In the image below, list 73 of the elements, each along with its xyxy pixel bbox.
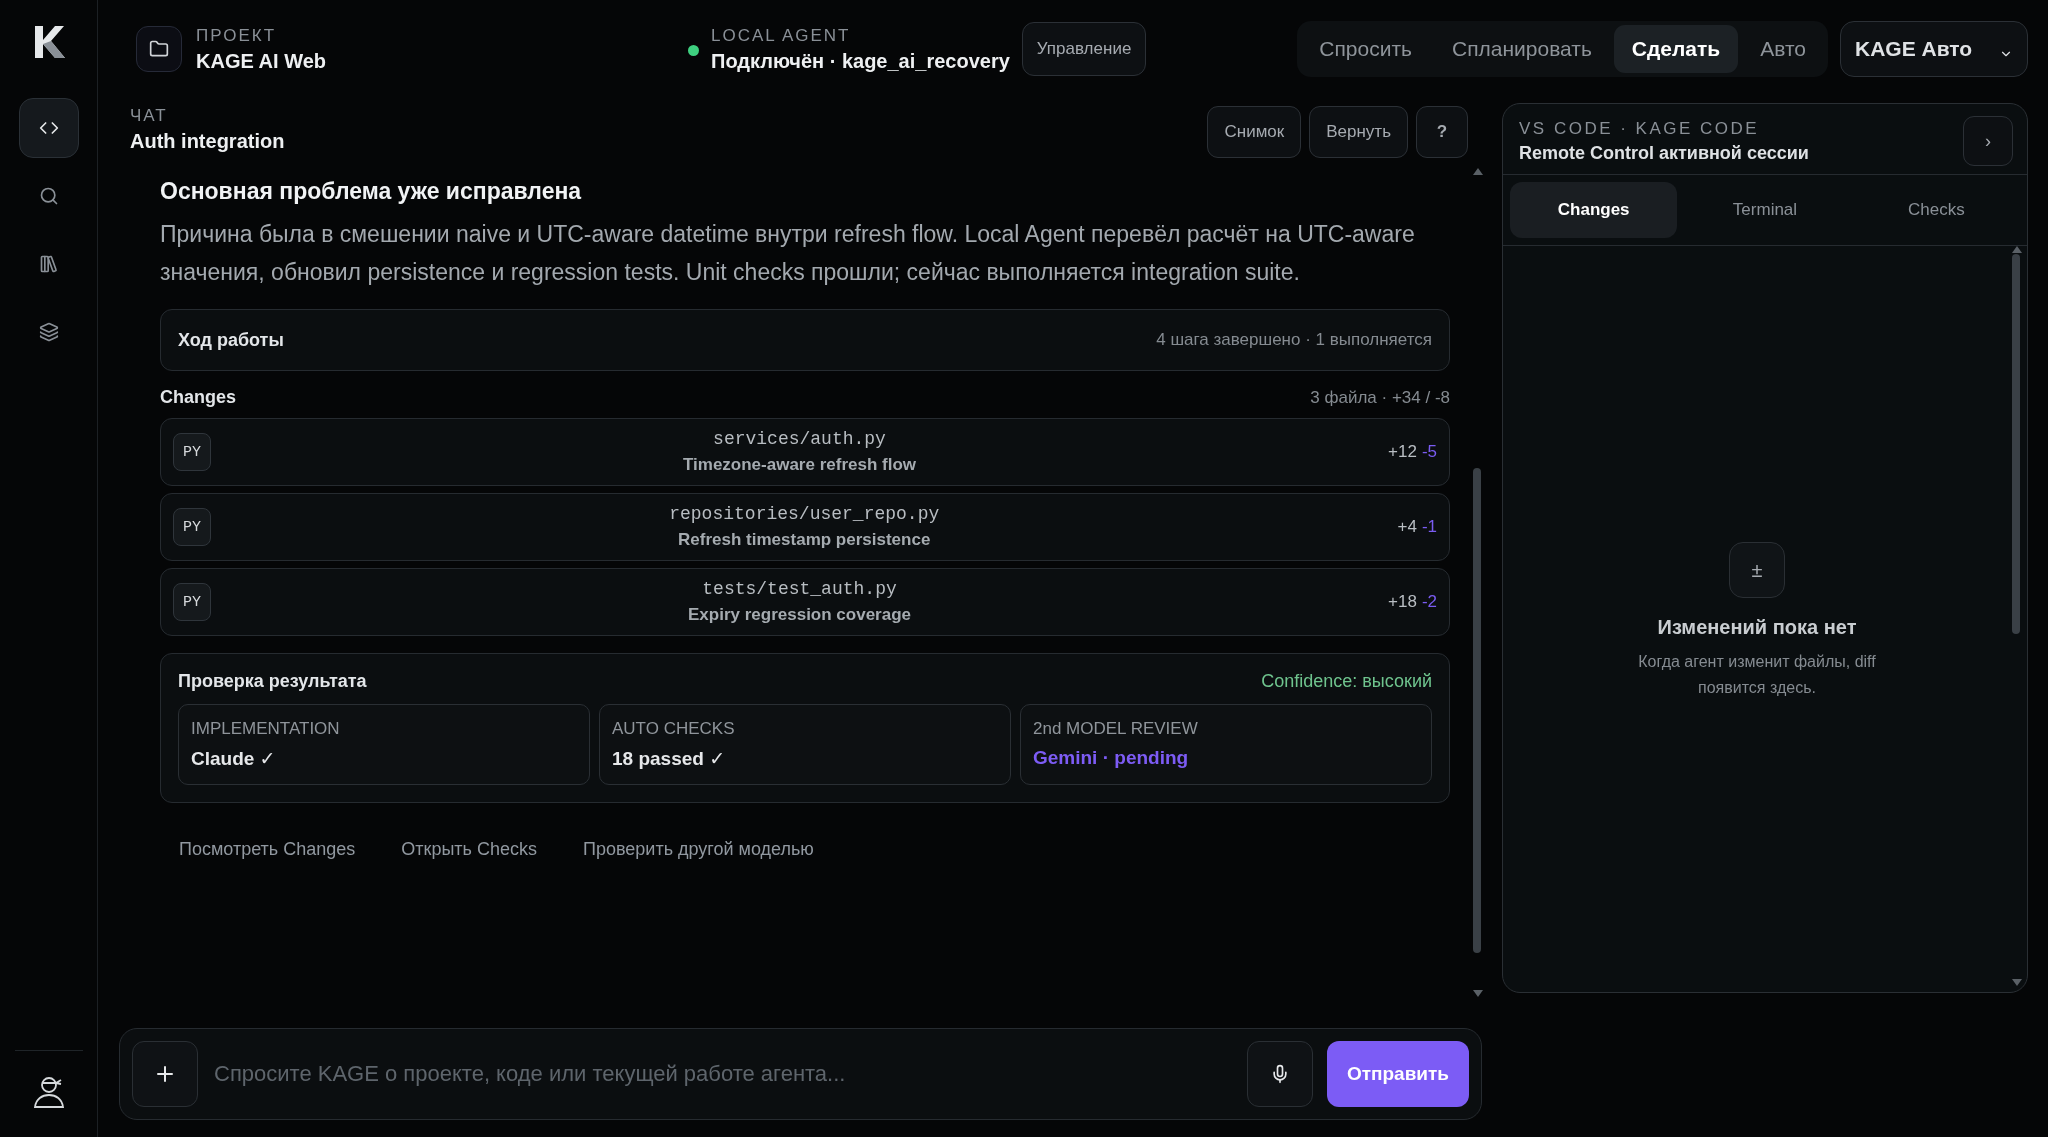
lines-removed: -5: [1421, 442, 1437, 462]
model-select[interactable]: KAGE Авто: [1840, 21, 2028, 77]
message-input[interactable]: Спросите KAGE о проекте, коде или текущей работе агента...: [212, 1060, 1233, 1088]
scrollbar-thumb[interactable]: [1473, 468, 1481, 953]
layers-icon: [38, 322, 59, 342]
file-change-row[interactable]: PY tests/test_auth.py Expiry regression coverage +18 -2: [160, 568, 1450, 636]
lines-removed: -1: [1421, 517, 1437, 537]
scroll-down-icon[interactable]: [2012, 979, 2022, 986]
chat-title: Auth integration: [130, 130, 285, 153]
diff-icon: ±: [1729, 542, 1785, 598]
chat-action-button[interactable]: Вернуть: [1309, 106, 1408, 158]
project-label: ПРОЕКТ: [196, 25, 278, 46]
verification-title: Проверка результата: [178, 671, 367, 692]
expand-button[interactable]: ›: [1963, 116, 2013, 166]
message-text: Причина была в смешении naive и UTC-aware datetime внутри refresh flow. Local Agent перевёл расчёт на UTC-aware значения, обновил persistence и regression tests. Unit checks прошли; сейчас выполняется integration suite.: [160, 220, 1416, 287]
file-type-badge: PY: [173, 433, 211, 471]
agent-label: LOCAL AGENT: [711, 25, 852, 46]
panel-tab[interactable]: Changes: [1510, 182, 1678, 238]
panel-tab[interactable]: Checks: [1852, 182, 2020, 238]
progress-summary: 4 шага завершено · 1 выполняется: [1156, 330, 1432, 350]
search-icon: [38, 186, 59, 206]
file-path: tests/test_auth.py: [702, 579, 897, 599]
lines-added: +4: [1397, 517, 1417, 537]
folder-icon-box[interactable]: [136, 26, 182, 72]
books-icon: [38, 254, 59, 274]
chat-label: ЧАТ: [130, 106, 169, 126]
check-label: IMPLEMENTATION: [191, 719, 341, 739]
project-name: KAGE AI Web: [196, 49, 326, 73]
progress-title: Ход работы: [178, 329, 284, 351]
chat-action-button[interactable]: Снимок: [1207, 106, 1302, 158]
check-value: Gemini · pending: [1033, 747, 1190, 769]
check-label: 2nd MODEL REVIEW: [1033, 719, 1199, 739]
changes-title: Changes: [160, 387, 237, 408]
scroll-up-icon[interactable]: [1473, 168, 1483, 175]
chat-action-button[interactable]: ?: [1416, 106, 1468, 158]
file-path: repositories/user_repo.py: [669, 504, 940, 524]
file-description: Timezone-aware refresh flow: [683, 455, 917, 475]
message-heading: Основная проблема уже исправлена: [160, 178, 583, 205]
lines-added: +18: [1388, 592, 1417, 612]
file-type-badge: PY: [173, 508, 211, 546]
empty-text: Когда агент изменит файлы, diff появится здесь.: [1637, 652, 1877, 698]
file-change-row[interactable]: PY repositories/user_repo.py Refresh timestamp persistence +4 -1: [160, 493, 1450, 561]
panel-tab[interactable]: Terminal: [1681, 182, 1849, 238]
file-type-badge: PY: [173, 583, 211, 621]
action-link[interactable]: Открыть Checks: [401, 839, 537, 860]
action-link[interactable]: Посмотреть Changes: [179, 839, 356, 860]
file-change-row[interactable]: PY services/auth.py Timezone-aware refresh flow +12 -5: [160, 418, 1450, 486]
check-value: 18 passed ✓: [612, 747, 727, 770]
mode-tab[interactable]: Спросить: [1301, 25, 1430, 73]
agent-status: Подключён · kage_ai_recovery: [711, 49, 1010, 73]
check-label: AUTO CHECKS: [612, 719, 736, 739]
panel-scrollbar-thumb[interactable]: [2012, 254, 2020, 634]
mode-tab[interactable]: Авто: [1742, 25, 1824, 73]
progress-card[interactable]: Ход работы 4 шага завершено · 1 выполняется: [160, 309, 1450, 371]
mode-tab[interactable]: Сделать: [1613, 25, 1739, 73]
confidence-text: Confidence: высокий: [1261, 671, 1432, 692]
changes-summary: 3 файла · +34 / -8: [1310, 387, 1450, 408]
send-button[interactable]: Отправить: [1326, 1041, 1469, 1107]
file-description: Refresh timestamp persistence: [678, 530, 931, 550]
check-value: Claude ✓: [191, 747, 277, 770]
action-link[interactable]: Проверить другой моделью: [583, 839, 814, 860]
panel-title: Remote Control активной сессии: [1519, 142, 1809, 164]
file-description: Expiry regression coverage: [688, 605, 911, 625]
scroll-down-icon[interactable]: [1473, 990, 1483, 997]
empty-title: Изменений пока нет: [1657, 616, 1857, 639]
file-path: services/auth.py: [713, 429, 886, 449]
microphone-button[interactable]: [1246, 1041, 1313, 1107]
manage-button[interactable]: Управление: [1021, 22, 1147, 76]
lines-added: +12: [1388, 442, 1417, 462]
mode-tab[interactable]: Спланировать: [1434, 25, 1610, 73]
lines-removed: -2: [1421, 592, 1437, 612]
folder-icon: [149, 39, 169, 59]
panel-label: VS CODE · KAGE CODE: [1519, 118, 1761, 139]
